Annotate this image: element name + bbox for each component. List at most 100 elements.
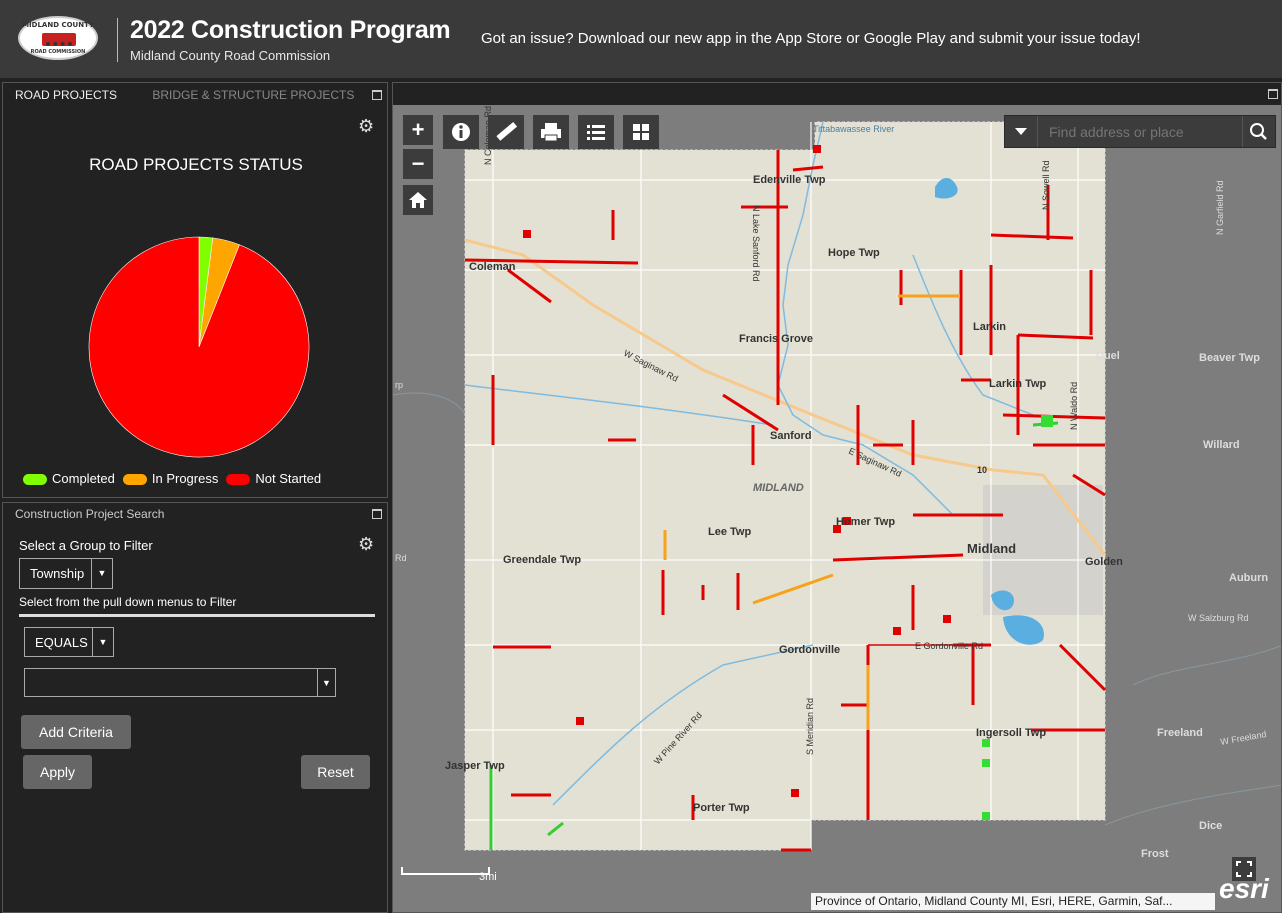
map-label: Ingersoll Twp [976,727,1046,739]
map-attribution: Province of Ontario, Midland County MI, … [811,893,1215,910]
scale-bar [401,867,490,875]
chevron-down-icon: ▼ [91,559,112,588]
map-label: Francis Grove [739,333,813,345]
header-divider [117,18,118,62]
pie-chart [88,236,310,458]
maximize-icon[interactable] [1268,89,1278,99]
map-label: Greendale Twp [503,554,581,566]
map-label: Larkin [973,321,1006,333]
construction-project-search-panel: Construction Project Search Select a Gro… [2,502,388,913]
map-label: Edenville Twp [753,174,826,186]
maximize-icon[interactable] [372,509,382,519]
grid-icon [633,124,649,140]
apply-button[interactable]: Apply [23,755,92,789]
chevron-down-icon: ▼ [92,628,113,656]
add-criteria-button[interactable]: Add Criteria [21,715,131,749]
tab-bridge-structure-projects[interactable]: BRIDGE & STRUCTURE PROJECTS [152,88,354,102]
print-icon [541,123,561,142]
logo-ring-top: MIDLAND COUNTY [22,21,94,29]
maximize-icon[interactable] [372,90,382,100]
map-label: Hope Twp [828,247,880,259]
map-label: Sanford [770,430,812,442]
map-label: Duel [1096,350,1120,362]
chart-title: ROAD PROJECTS STATUS [89,155,303,174]
map-label: MIDLAND [753,482,804,494]
search-button[interactable] [1242,116,1275,147]
info-icon [452,123,470,141]
divider [19,614,375,617]
print-button[interactable] [533,115,569,149]
app-subtitle: Midland County Road Commission [130,48,331,63]
legend-label: Not Started [255,471,322,486]
map-label: E Gordonville Rd [915,641,983,651]
map-label: Lee Twp [708,526,751,538]
layer-list-button[interactable] [578,115,614,149]
operator-select-value: EQUALS [35,635,88,650]
truck-icon [42,33,76,46]
map-panel-bar [393,83,1281,105]
legend-item: Completed [23,471,115,486]
operator-select[interactable]: EQUALS ▼ [24,627,114,657]
value-select[interactable]: ▼ [24,668,336,697]
pie-slice-not-started[interactable] [88,236,310,458]
map-label: Jasper Twp [445,760,505,772]
zoom-out-button[interactable]: − [403,149,433,179]
map-label: Dice [1199,820,1222,832]
map-label: Frost [1141,848,1169,860]
map-label: N Garfield Rd [1215,180,1225,235]
group-select[interactable]: Township ▼ [19,558,113,589]
gear-icon[interactable]: ⚙ [358,117,374,135]
tab-road-projects[interactable]: ROAD PROJECTS [15,88,117,102]
search-panel-title: Construction Project Search [15,507,165,521]
home-icon [409,192,427,208]
group-filter-label: Select a Group to Filter [19,538,153,553]
basemap-gallery-button[interactable] [623,115,659,149]
legend-item: In Progress [122,471,219,486]
legend-item: Not Started [226,471,321,486]
map-label: Auburn [1229,572,1268,584]
search-input[interactable] [1041,116,1237,147]
map-label: rp [395,380,403,390]
reset-button[interactable]: Reset [301,755,370,789]
scale-label: 3mi [479,871,497,883]
search-source-dropdown[interactable] [1005,116,1038,147]
group-select-value: Township [30,566,85,581]
panel-tabs: ROAD PROJECTS BRIDGE & STRUCTURE PROJECT… [15,88,386,102]
list-icon [587,125,605,140]
map-label: Gordonville [779,644,840,656]
gear-icon[interactable]: ⚙ [358,535,374,553]
address-search[interactable] [1004,115,1276,148]
app-title: 2022 Construction Program [130,16,451,44]
ruler-icon [496,121,518,141]
legend-label: In Progress [151,471,219,486]
map-label: N Waldo Rd [1069,382,1079,430]
map-label: Rd [395,553,407,563]
header-banner[interactable]: Got an issue? Download our new app in th… [481,30,1141,47]
map-label: Homer Twp [836,516,895,528]
filter-hint: Select from the pull down menus to Filte… [19,595,237,609]
map-label: Larkin Twp [989,378,1047,390]
map-label: N Sowell Rd [1041,160,1051,210]
map-label: W Salzburg Rd [1188,613,1249,623]
map-panel: Tittabawassee River Edenville Twp N Lake… [392,82,1282,913]
map-label: Willard [1203,439,1240,451]
home-button[interactable] [403,185,433,215]
map-label: Porter Twp [693,802,750,814]
map-label: N Lake Sanford Rd [751,205,761,282]
zoom-in-button[interactable]: + [403,115,433,145]
chart-legend: Completed In Progress Not Started [23,471,329,486]
county-logo: MIDLAND COUNTY ROAD COMMISSION [18,16,98,60]
esri-logo: esri [1219,873,1269,904]
map-label: 10 [977,465,987,475]
search-icon [1250,123,1267,140]
logo-ring-bottom: ROAD COMMISSION [30,49,86,55]
measure-button[interactable] [488,115,524,149]
map-label: S Meridian Rd [805,698,815,755]
info-button[interactable] [443,115,479,149]
map-label: Tittabawassee River [813,124,894,134]
legend-label: Completed [52,471,115,486]
legend-swatch [23,474,47,486]
map-view[interactable]: Tittabawassee River Edenville Twp N Lake… [393,105,1282,913]
chevron-down-icon: ▼ [317,669,335,696]
legend-swatch [226,474,251,486]
